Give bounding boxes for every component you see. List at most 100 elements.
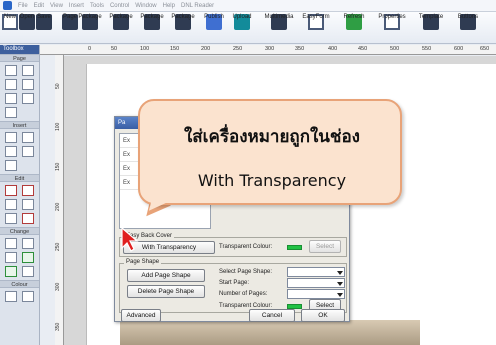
insert-tool-icon[interactable] bbox=[22, 146, 34, 157]
upload-button[interactable]: Upload bbox=[233, 14, 252, 42]
start-page-select[interactable] bbox=[287, 278, 345, 288]
package-button-1[interactable]: Package bbox=[78, 14, 102, 42]
change-tool-icon[interactable] bbox=[5, 252, 17, 263]
menu-edit[interactable]: Edit bbox=[34, 3, 44, 9]
properties-button[interactable]: Properties bbox=[378, 14, 406, 42]
menu-dnl-reader[interactable]: DNL Reader bbox=[181, 3, 214, 9]
change-tool-icon[interactable] bbox=[22, 238, 34, 249]
group-colour-title: Colour bbox=[0, 280, 39, 288]
open-button[interactable]: Open bbox=[19, 14, 35, 42]
paste-icon[interactable] bbox=[22, 199, 34, 210]
chevron-down-icon bbox=[337, 282, 343, 286]
ruler-tick: 0 bbox=[88, 46, 92, 52]
insert-tool-icon[interactable] bbox=[5, 132, 17, 143]
page-shape-select[interactable] bbox=[287, 267, 345, 277]
top-ruler: 0 50 100 150 200 250 300 350 400 450 500… bbox=[40, 45, 496, 55]
menu-file[interactable]: File bbox=[18, 3, 28, 9]
left-ruler: 50 100 150 200 250 300 350 bbox=[55, 55, 64, 345]
page-tool-icon[interactable] bbox=[22, 65, 34, 76]
insert-tool-icon[interactable] bbox=[22, 132, 34, 143]
change-tool-icon[interactable] bbox=[5, 266, 17, 277]
menu-insert[interactable]: Insert bbox=[69, 3, 84, 9]
redo-icon[interactable] bbox=[22, 185, 34, 196]
change-tool-icon[interactable] bbox=[22, 266, 34, 277]
page-tool-icon[interactable] bbox=[5, 79, 17, 90]
add-page-shape-button[interactable]: Add Page Shape bbox=[127, 269, 205, 282]
number-of-pages-select[interactable] bbox=[287, 289, 345, 299]
page-tool-icon[interactable] bbox=[5, 107, 17, 118]
new-button[interactable]: New bbox=[2, 14, 18, 42]
package-button-2[interactable]: Package bbox=[109, 14, 133, 42]
menu-bar: File Edit View Insert Tools Control Wind… bbox=[0, 0, 496, 12]
ruler-tick: 250 bbox=[233, 46, 243, 52]
package-button-3[interactable]: Package bbox=[140, 14, 164, 42]
ruler-tick: 350 bbox=[295, 46, 305, 52]
main-toolbar: New Open Save Page Package Package Packa… bbox=[0, 12, 496, 44]
cancel-button[interactable]: Cancel bbox=[249, 309, 295, 322]
copy-icon[interactable] bbox=[5, 199, 17, 210]
ruler-tick: 150 bbox=[55, 162, 61, 171]
package-label-4: Package bbox=[171, 14, 195, 20]
delete-icon[interactable] bbox=[22, 213, 34, 224]
cut-icon[interactable] bbox=[5, 213, 17, 224]
transparent-colour-label: Transparent Colour: bbox=[219, 244, 273, 250]
page-tool-icon[interactable] bbox=[22, 79, 34, 90]
menu-view[interactable]: View bbox=[50, 3, 63, 9]
page-button[interactable]: Page bbox=[62, 14, 78, 42]
edit-tools bbox=[0, 182, 39, 227]
app-logo-icon bbox=[3, 1, 12, 10]
callout-instruction-text: ใส่เครื่องหมายถูกในช่อง bbox=[184, 127, 360, 147]
select-page-shape-label: Select Page Shape: bbox=[219, 269, 273, 275]
buttons-button[interactable]: Buttons bbox=[457, 14, 479, 42]
insert-tools bbox=[0, 129, 39, 174]
page-image-strip bbox=[120, 320, 420, 345]
instruction-callout: ใส่เครื่องหมายถูกในช่อง With Transparenc… bbox=[138, 99, 402, 205]
callout-target-text: With Transparency bbox=[197, 171, 347, 190]
page-tool-icon[interactable] bbox=[22, 93, 34, 104]
insert-tool-icon[interactable] bbox=[5, 160, 17, 171]
select-colour-button[interactable]: Select bbox=[309, 240, 341, 253]
template-button[interactable]: Template bbox=[419, 14, 443, 42]
refresh-button[interactable]: Refresh bbox=[343, 14, 365, 42]
ruler-tick: 250 bbox=[55, 242, 61, 251]
colour-tools bbox=[0, 288, 39, 305]
ruler-tick: 50 bbox=[55, 83, 61, 89]
multimedia-button[interactable]: Multimedia bbox=[265, 14, 294, 42]
ruler-tick: 150 bbox=[170, 46, 180, 52]
toolbox-panel: Toolbox Page Insert Edit Change Colour bbox=[0, 45, 40, 345]
colour-tool-icon[interactable] bbox=[22, 291, 34, 302]
package-label-2: Package bbox=[109, 14, 133, 20]
colour-tool-icon[interactable] bbox=[5, 291, 17, 302]
ruler-tick: 50 bbox=[111, 46, 118, 52]
easyform-button[interactable]: EasyForm bbox=[302, 14, 330, 42]
ruler-tick: 100 bbox=[140, 46, 150, 52]
transparent-colour-swatch[interactable] bbox=[287, 245, 302, 250]
menu-help[interactable]: Help bbox=[163, 3, 175, 9]
page-tool-icon[interactable] bbox=[5, 65, 17, 76]
package-button-4[interactable]: Package bbox=[171, 14, 195, 42]
ruler-tick: 350 bbox=[55, 322, 61, 331]
page-tool-icon[interactable] bbox=[5, 93, 17, 104]
new-label: New bbox=[3, 14, 16, 20]
mouse-cursor-icon bbox=[121, 226, 139, 252]
refresh-label: Refresh bbox=[343, 14, 365, 20]
ok-button[interactable]: OK bbox=[301, 309, 345, 322]
chevron-down-icon bbox=[337, 271, 343, 275]
ruler-tick: 100 bbox=[55, 122, 61, 131]
insert-tool-icon[interactable] bbox=[5, 146, 17, 157]
toolbox-title: Toolbox bbox=[0, 45, 39, 54]
menu-control[interactable]: Control bbox=[110, 3, 129, 9]
menu-tools[interactable]: Tools bbox=[90, 3, 104, 9]
advanced-button[interactable]: Advanced bbox=[121, 309, 161, 322]
buttons-label: Buttons bbox=[457, 14, 479, 20]
publish-button[interactable]: Publish bbox=[204, 14, 224, 42]
delete-page-shape-button[interactable]: Delete Page Shape bbox=[127, 285, 205, 298]
undo-icon[interactable] bbox=[5, 185, 17, 196]
change-tool-icon[interactable] bbox=[5, 238, 17, 249]
save-button[interactable]: Save bbox=[36, 14, 52, 42]
publish-label: Publish bbox=[204, 14, 224, 20]
easyform-label: EasyForm bbox=[302, 14, 330, 20]
page-label: Page bbox=[62, 14, 77, 20]
menu-window[interactable]: Window bbox=[135, 3, 156, 9]
change-tool-icon[interactable] bbox=[22, 252, 34, 263]
